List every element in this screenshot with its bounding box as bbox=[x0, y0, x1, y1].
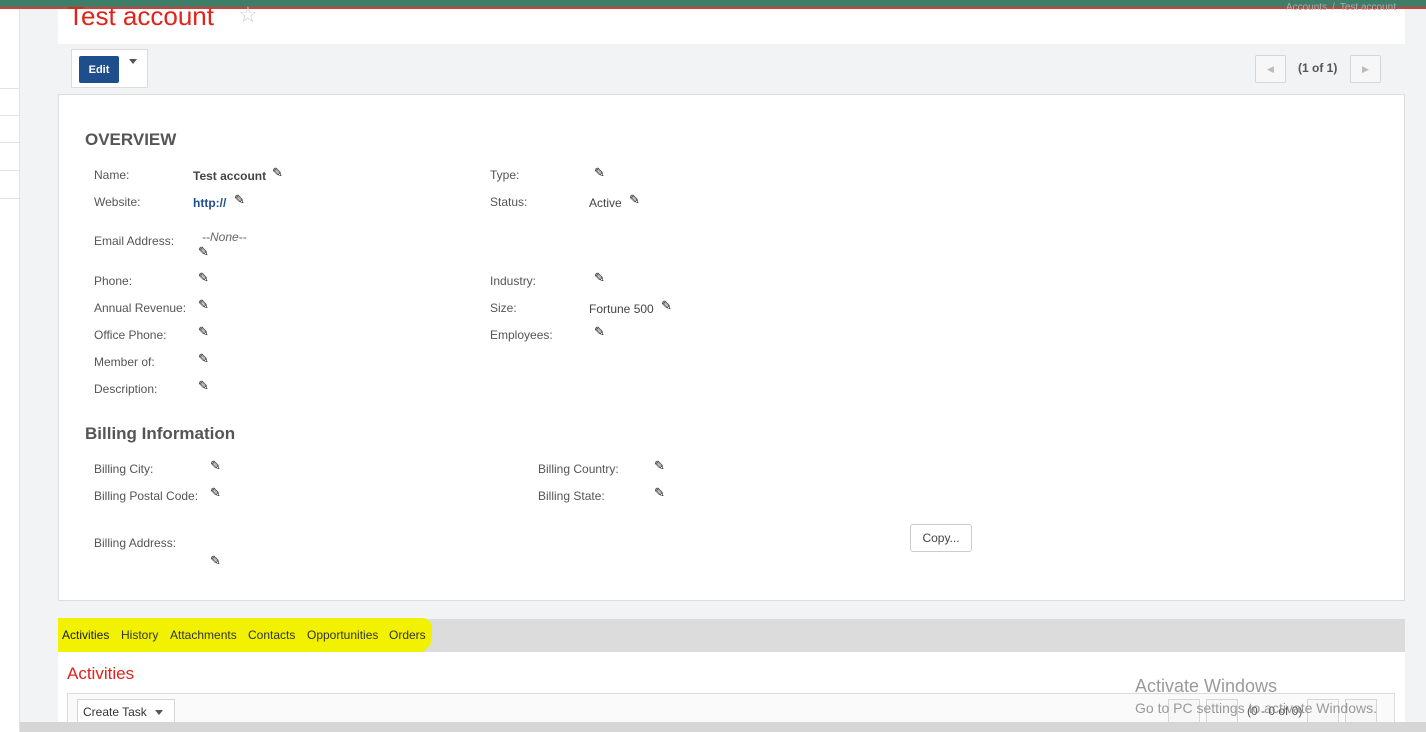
breadcrumb: Accounts / Test account bbox=[1286, 2, 1396, 13]
pencil-icon[interactable]: ✎ bbox=[210, 459, 221, 472]
website-label: Website: bbox=[94, 195, 141, 209]
tab-attachments[interactable]: Attachments bbox=[170, 628, 237, 642]
sidebar-divider bbox=[0, 142, 20, 143]
pencil-icon[interactable]: ✎ bbox=[198, 352, 209, 365]
website-link[interactable]: http:// bbox=[193, 196, 226, 210]
record-header bbox=[58, 9, 1405, 44]
size-label: Size: bbox=[490, 301, 517, 315]
member-of-label: Member of: bbox=[94, 355, 155, 369]
size-value: Fortune 500 bbox=[589, 302, 654, 316]
pencil-icon[interactable]: ✎ bbox=[210, 486, 221, 499]
pencil-icon[interactable]: ✎ bbox=[661, 299, 672, 312]
annual-revenue-label: Annual Revenue: bbox=[94, 301, 187, 315]
sidebar-divider bbox=[0, 198, 20, 199]
tab-activities[interactable]: Activities bbox=[62, 628, 109, 642]
employees-label: Employees: bbox=[490, 328, 553, 342]
action-menu: Edit bbox=[71, 49, 148, 88]
name-value: Test account bbox=[193, 169, 267, 183]
phone-label: Phone: bbox=[94, 274, 133, 288]
billing-postal-label: Billing Postal Code: bbox=[94, 489, 199, 503]
status-value: Active bbox=[589, 196, 622, 210]
billing-state-label: Billing State: bbox=[538, 489, 605, 503]
billing-address-label: Billing Address: bbox=[94, 536, 177, 550]
pencil-icon[interactable]: ✎ bbox=[210, 554, 221, 567]
pencil-icon[interactable]: ✎ bbox=[654, 486, 665, 499]
pencil-icon[interactable]: ✎ bbox=[198, 245, 209, 258]
pencil-icon[interactable]: ✎ bbox=[594, 166, 605, 179]
breadcrumb-accounts[interactable]: Accounts bbox=[1286, 2, 1327, 13]
tab-contacts[interactable]: Contacts bbox=[248, 628, 295, 642]
sidebar-divider bbox=[0, 115, 20, 116]
pencil-icon[interactable]: ✎ bbox=[594, 271, 605, 284]
previous-record-button[interactable]: ◀ bbox=[1255, 55, 1286, 83]
billing-city-label: Billing City: bbox=[94, 462, 154, 476]
tab-history[interactable]: History bbox=[121, 628, 158, 642]
pencil-icon[interactable]: ✎ bbox=[198, 271, 209, 284]
chevron-down-icon[interactable] bbox=[155, 710, 163, 715]
copy-address-button[interactable]: Copy... bbox=[910, 524, 972, 552]
pencil-icon[interactable]: ✎ bbox=[198, 379, 209, 392]
next-record-button[interactable]: ▶ bbox=[1350, 55, 1381, 83]
horizontal-scrollbar[interactable] bbox=[20, 722, 1426, 732]
sidebar-divider bbox=[0, 170, 20, 171]
chevron-left-icon: ◀ bbox=[1267, 63, 1274, 74]
pencil-icon[interactable]: ✎ bbox=[234, 193, 245, 206]
activation-watermark-subtitle: Go to PC settings to activate Windows. bbox=[1135, 700, 1377, 716]
type-label: Type: bbox=[490, 168, 520, 182]
pencil-icon[interactable]: ✎ bbox=[272, 166, 283, 179]
breadcrumb-separator: / bbox=[1332, 2, 1335, 13]
create-task-button[interactable]: Create Task bbox=[77, 699, 175, 724]
create-task-label: Create Task bbox=[83, 704, 147, 719]
pencil-icon[interactable]: ✎ bbox=[198, 298, 209, 311]
record-pager-count: (1 of 1) bbox=[1298, 61, 1338, 75]
sidebar-divider bbox=[0, 88, 20, 89]
pencil-icon[interactable]: ✎ bbox=[654, 459, 665, 472]
email-value: --None-- bbox=[202, 230, 247, 244]
office-phone-label: Office Phone: bbox=[94, 328, 167, 342]
actions-dropdown-icon[interactable] bbox=[129, 59, 137, 64]
activities-title: Activities bbox=[67, 664, 135, 683]
email-label: Email Address: bbox=[94, 234, 175, 248]
chevron-right-icon: ▶ bbox=[1362, 63, 1369, 74]
overview-title: OVERVIEW bbox=[85, 130, 177, 149]
edit-button[interactable]: Edit bbox=[79, 56, 119, 83]
page-title: Test account bbox=[68, 1, 214, 31]
name-label: Name: bbox=[94, 168, 130, 182]
pencil-icon[interactable]: ✎ bbox=[594, 325, 605, 338]
breadcrumb-current: Test account bbox=[1339, 2, 1396, 13]
status-label: Status: bbox=[490, 195, 528, 209]
left-sidebar-edge bbox=[0, 9, 20, 732]
description-label: Description: bbox=[94, 382, 158, 396]
pencil-icon[interactable]: ✎ bbox=[198, 325, 209, 338]
tab-opportunities[interactable]: Opportunities bbox=[307, 628, 378, 642]
billing-country-label: Billing Country: bbox=[538, 462, 619, 476]
billing-title: Billing Information bbox=[85, 424, 236, 443]
industry-label: Industry: bbox=[490, 274, 537, 288]
activation-watermark-title: Activate Windows bbox=[1135, 676, 1278, 696]
star-icon[interactable]: ☆ bbox=[238, 4, 258, 26]
tab-orders[interactable]: Orders bbox=[389, 628, 426, 642]
pencil-icon[interactable]: ✎ bbox=[629, 193, 640, 206]
